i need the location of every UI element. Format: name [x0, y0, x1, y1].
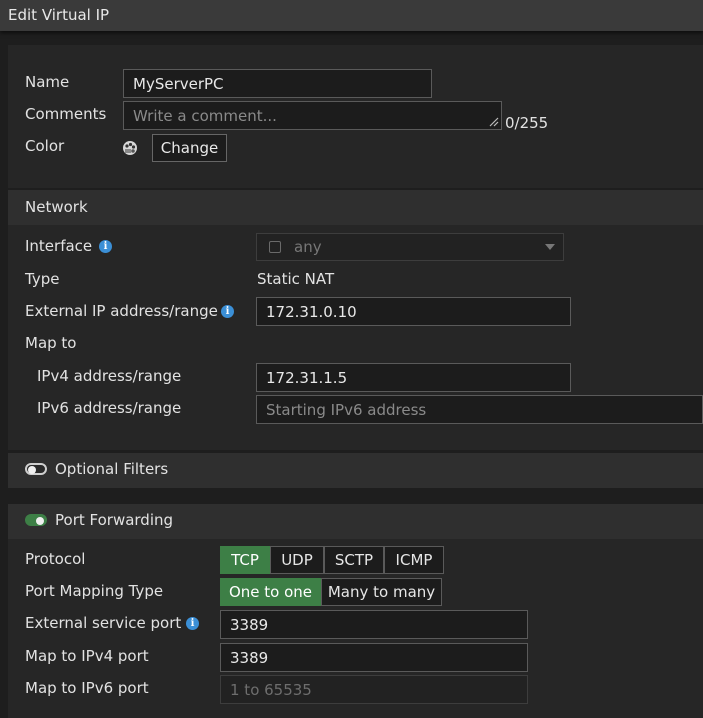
name-label: Name [25, 73, 70, 91]
change-color-button[interactable]: Change [152, 134, 227, 162]
dialog-title: Edit Virtual IP [8, 6, 110, 24]
map-to-label: Map to [25, 334, 77, 352]
interface-info-icon[interactable]: i [99, 240, 112, 253]
map-to-ipv6-port-input[interactable] [220, 675, 528, 704]
ipv4-range-label: IPv4 address/range [37, 367, 182, 385]
optional-filters-label: Optional Filters [55, 460, 169, 478]
port-mapping-type-label: Port Mapping Type [25, 582, 164, 600]
protocol-udp-button[interactable]: UDP [270, 546, 324, 574]
chevron-down-icon [545, 244, 555, 250]
name-input[interactable] [123, 69, 432, 98]
interface-checkbox-icon[interactable] [269, 241, 281, 253]
external-service-port-label: External service port [25, 614, 182, 632]
protocol-icmp-button[interactable]: ICMP [384, 546, 444, 574]
type-label: Type [25, 270, 60, 288]
external-ip-info-icon[interactable]: i [221, 305, 234, 318]
network-section-header [8, 190, 703, 225]
protocol-sctp-button[interactable]: SCTP [324, 546, 384, 574]
network-header: Network [25, 198, 88, 216]
interface-label: Interface [25, 237, 93, 255]
protocol-tcp-button[interactable]: TCP [220, 546, 270, 574]
optional-filters-toggle[interactable] [25, 463, 47, 475]
external-ip-label: External IP address/range [25, 302, 218, 320]
comments-input[interactable] [123, 101, 502, 130]
interface-value: any [294, 238, 322, 256]
map-to-ipv4-port-label: Map to IPv4 port [25, 647, 149, 665]
palette-icon [123, 141, 137, 155]
protocol-label: Protocol [25, 550, 86, 568]
port-forwarding-label: Port Forwarding [55, 511, 174, 529]
ipv6-range-label: IPv6 address/range [37, 399, 182, 417]
dialog-titlebar: Edit Virtual IP [0, 0, 703, 31]
comments-counter: 0/255 [505, 114, 549, 132]
external-ip-input[interactable] [256, 297, 571, 326]
port-forwarding-toggle[interactable] [25, 514, 47, 526]
ipv4-range-input[interactable] [256, 363, 571, 392]
interface-select[interactable]: any [256, 233, 564, 261]
comments-label: Comments [25, 105, 107, 123]
external-service-port-input[interactable] [220, 610, 528, 639]
resize-handle-icon[interactable] [489, 117, 499, 127]
map-to-ipv6-port-label: Map to IPv6 port [25, 679, 149, 697]
mapping-many-to-many-button[interactable]: Many to many [321, 578, 442, 606]
mapping-one-to-one-button[interactable]: One to one [220, 578, 321, 606]
type-value: Static NAT [257, 270, 335, 288]
color-label: Color [25, 137, 65, 155]
map-to-ipv4-port-input[interactable] [220, 643, 528, 672]
external-port-info-icon[interactable]: i [186, 617, 199, 630]
ipv6-range-input[interactable] [256, 395, 703, 424]
